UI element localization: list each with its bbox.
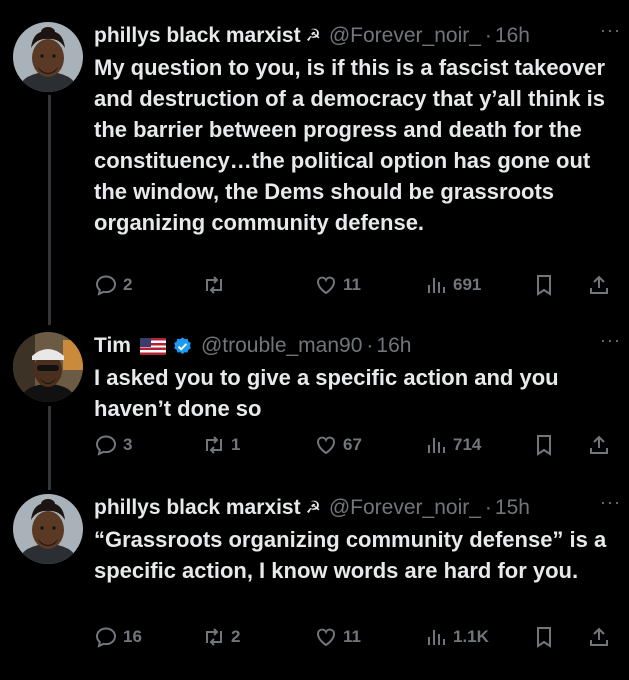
views-chart-icon <box>428 630 445 645</box>
reply-count: 2 <box>123 275 133 294</box>
more-options-icon[interactable]: ··· <box>600 20 621 41</box>
reply-icon <box>95 627 117 648</box>
tweet-text: I asked you to give a specific action an… <box>94 365 559 421</box>
avatar[interactable] <box>13 494 83 564</box>
bookmark-button[interactable] <box>532 270 556 300</box>
tweet[interactable]: Tim @trouble_man90 · 16h ··· I asked you… <box>0 330 629 470</box>
share-button[interactable] <box>587 430 611 460</box>
views-chart-icon <box>428 438 445 453</box>
like-button[interactable]: 11 <box>314 622 361 652</box>
retweet-icon <box>206 276 222 294</box>
reply-icon <box>95 435 117 456</box>
retweet-icon <box>206 628 222 646</box>
separator-dot: · <box>484 496 492 519</box>
heart-icon <box>317 436 335 455</box>
timestamp[interactable]: 16h <box>376 330 411 362</box>
tweet-text: My question to you, is if this is a fasc… <box>94 55 606 235</box>
tweet[interactable]: phillys black marxist ☭ @Forever_noir_ ·… <box>0 492 629 662</box>
like-count: 11 <box>343 627 361 646</box>
separator-dot: · <box>484 24 492 47</box>
share-icon <box>590 275 608 294</box>
username[interactable]: @trouble_man90 <box>201 330 362 362</box>
like-button[interactable]: 67 <box>314 430 362 460</box>
username[interactable]: @Forever_noir_ <box>329 20 481 52</box>
tweet-actions: 3 1 67 714 <box>94 430 619 460</box>
reply-button[interactable]: 2 <box>94 270 132 300</box>
verified-badge-icon[interactable] <box>172 336 193 357</box>
avatar-image <box>13 332 83 402</box>
views-chart-icon <box>428 278 445 293</box>
reply-icon <box>95 275 117 296</box>
tweet-actions: 16 2 11 1.1K <box>94 622 619 652</box>
bookmark-icon <box>537 435 551 456</box>
avatar-image <box>13 494 83 564</box>
like-count: 11 <box>343 275 361 294</box>
bookmark-button[interactable] <box>532 622 556 652</box>
bookmark-icon <box>537 275 551 296</box>
bookmark-button[interactable] <box>532 430 556 460</box>
retweet-icon <box>206 436 222 454</box>
timestamp[interactable]: 16h <box>495 20 530 52</box>
heart-icon <box>317 276 335 295</box>
reply-count: 3 <box>123 435 133 454</box>
tweet-header: Tim @trouble_man90 · 16h <box>94 330 621 362</box>
tweet[interactable]: phillys black marxist ☭ @Forever_noir_ ·… <box>0 20 629 300</box>
hammer-sickle-icon: ☭ <box>305 26 321 45</box>
username[interactable]: @Forever_noir_ <box>329 492 481 524</box>
avatar[interactable] <box>13 332 83 402</box>
separator-dot: · <box>366 334 374 357</box>
reply-button[interactable]: 3 <box>94 430 132 460</box>
retweet-button[interactable] <box>202 270 231 300</box>
timestamp[interactable]: 15h <box>495 492 530 524</box>
views-button[interactable]: 714 <box>424 430 481 460</box>
tweet-header: phillys black marxist ☭ @Forever_noir_ ·… <box>94 20 621 52</box>
view-count: 1.1K <box>453 627 489 646</box>
avatar-image <box>13 22 83 92</box>
like-button[interactable]: 11 <box>314 270 361 300</box>
tweet-actions: 2 11 691 <box>94 270 619 300</box>
heart-icon <box>317 628 335 647</box>
retweet-count: 1 <box>231 435 241 454</box>
tweet-header: phillys black marxist ☭ @Forever_noir_ ·… <box>94 492 621 524</box>
more-options-icon[interactable]: ··· <box>600 330 621 351</box>
reply-count: 16 <box>123 627 142 646</box>
retweet-button[interactable]: 2 <box>202 622 240 652</box>
hammer-sickle-icon: ☭ <box>305 498 321 517</box>
display-name[interactable]: Tim <box>94 330 131 362</box>
tweet-text: “Grassroots organizing community defense… <box>94 527 607 583</box>
bookmark-icon <box>537 627 551 648</box>
more-options-icon[interactable]: ··· <box>600 492 621 513</box>
like-count: 67 <box>343 435 362 454</box>
view-count: 691 <box>453 275 482 294</box>
avatar[interactable] <box>13 22 83 92</box>
us-flag-icon <box>139 337 166 355</box>
display-name[interactable]: phillys black marxist <box>94 492 301 524</box>
retweet-count: 2 <box>231 627 241 646</box>
share-button[interactable] <box>587 270 611 300</box>
retweet-button[interactable]: 1 <box>202 430 240 460</box>
display-name[interactable]: phillys black marxist <box>94 20 301 52</box>
views-button[interactable]: 1.1K <box>424 622 489 652</box>
share-icon <box>590 435 608 454</box>
view-count: 714 <box>453 435 482 454</box>
share-icon <box>590 627 608 646</box>
views-button[interactable]: 691 <box>424 270 481 300</box>
share-button[interactable] <box>587 622 611 652</box>
reply-button[interactable]: 16 <box>94 622 142 652</box>
